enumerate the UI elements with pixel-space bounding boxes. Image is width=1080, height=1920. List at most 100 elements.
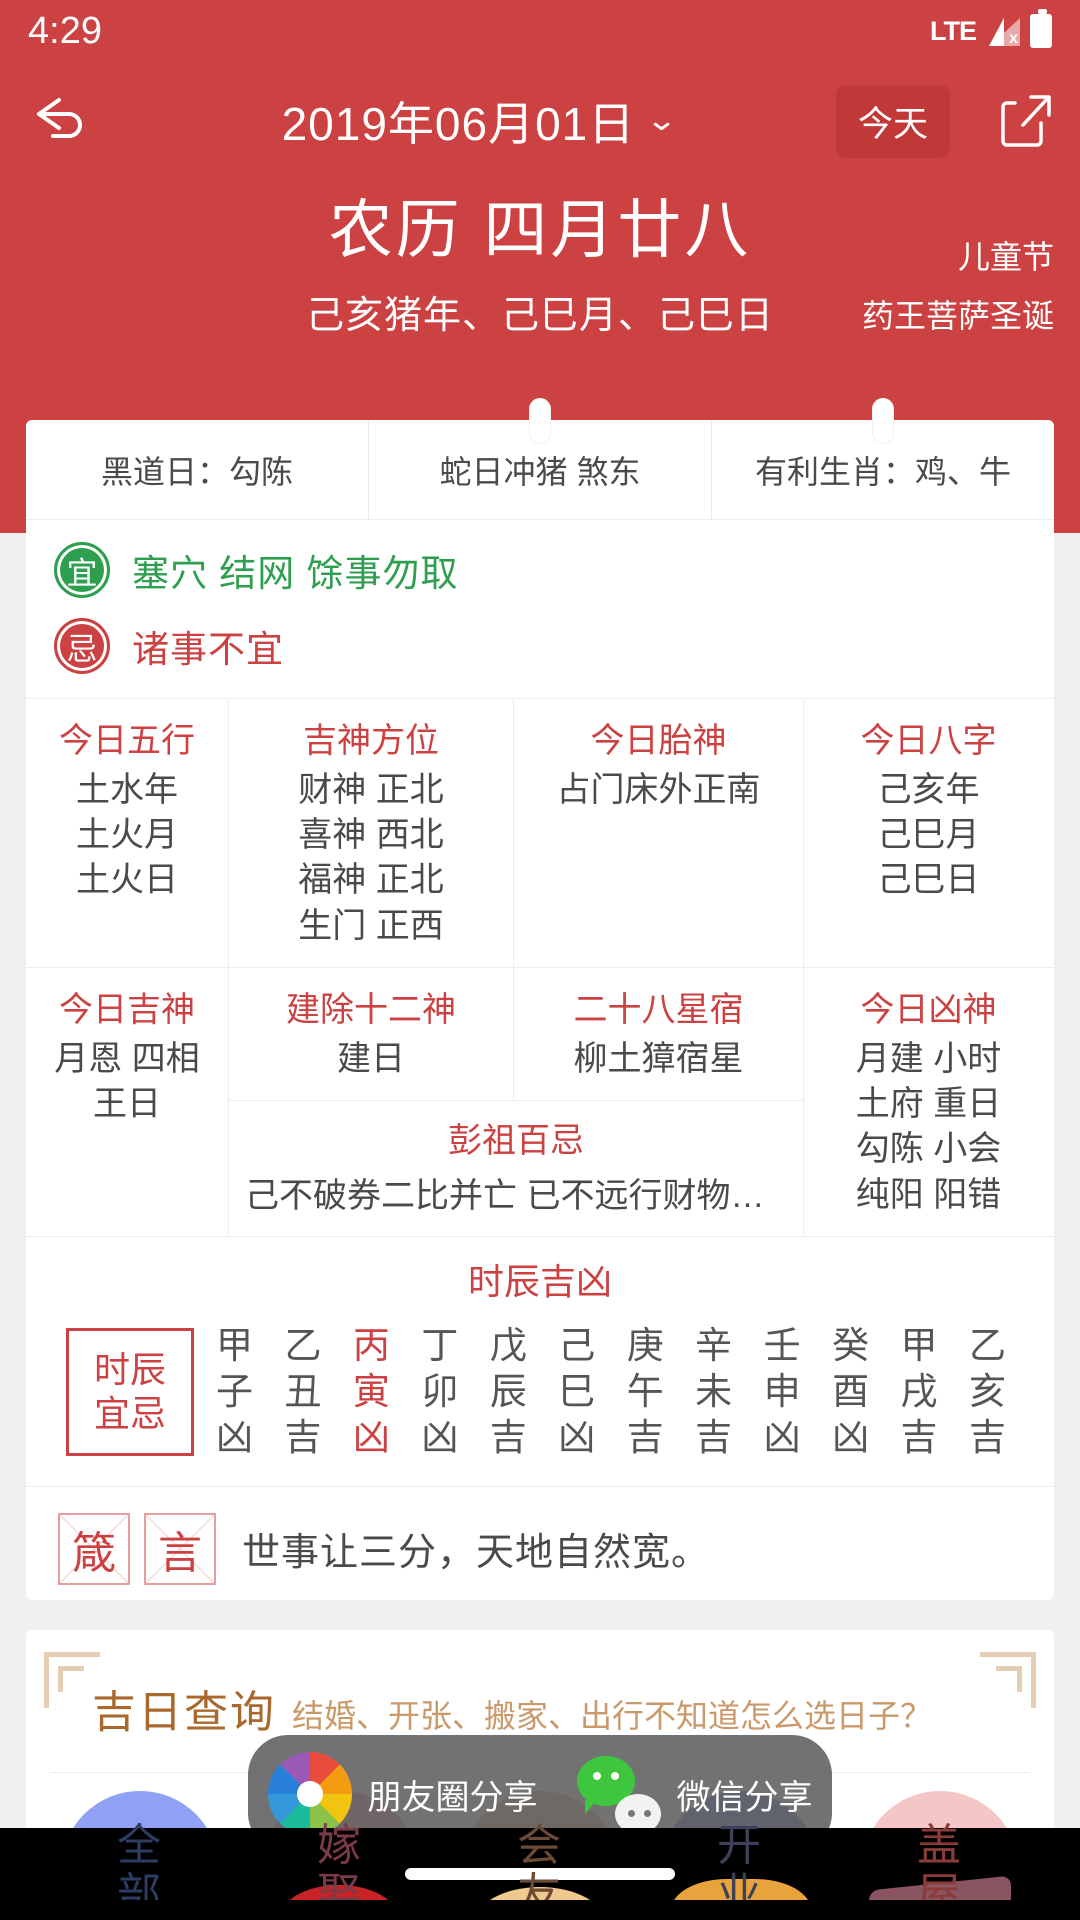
date-selector[interactable]: 2019年06月01日 ⌄ [120,88,836,154]
shichen-hour-column[interactable]: 辛未吉 [695,1323,732,1462]
share-moments-button[interactable]: 朋友圈分享 [267,1752,538,1836]
attribute-chong: 蛇日冲猪 煞东 [368,398,711,519]
shichen-stem: 壬 [763,1324,801,1366]
shichen-hour-column[interactable]: 壬申凶 [764,1323,801,1462]
zhenyan-char: 箴 [72,1528,116,1578]
shichen-luck: 吉 [284,1417,322,1459]
cell-jianchu: 建除十二神 建日 [229,967,514,1101]
shichen-branch: 戌 [900,1371,938,1412]
zhenyan-char-box: 箴 [58,1512,130,1585]
attribute-text: 蛇日冲猪 煞东 [439,453,641,490]
zhenyan-text: 世事让三分，天地自然宽。 [242,1532,711,1574]
shichen-hour-column[interactable]: 乙亥吉 [969,1323,1006,1462]
share-button[interactable] [970,89,1080,153]
cell-title: 今日八字 [860,722,997,760]
attribute-shengxiao: 有利生肖：鸡、牛 [711,398,1054,519]
lucky-day-option-label: 嫁 娶 [317,1820,363,1900]
shichen-hour-column[interactable]: 丙寅凶 [353,1323,390,1462]
shichen-title: 时辰吉凶 [467,1260,612,1302]
lucky-day-option-label: 开 业 [717,1820,763,1900]
battery-full-icon [1030,9,1052,48]
shichen-hour-column[interactable]: 丁卯凶 [421,1323,458,1462]
shichen-branch: 酉 [832,1371,870,1412]
shichen-branch: 申 [763,1371,801,1412]
attribute-text: 有利生肖：鸡、牛 [754,453,1011,490]
cell-pengzu: 彭祖百忌 己不破券二比并亡 已不远行财物伏… [229,1101,803,1235]
tab-indicator-pill [872,398,894,444]
wechat-icon [576,1754,661,1838]
cell-line: 生门 正西 [298,906,444,945]
festival-list: 儿童节 药王菩萨圣诞 [814,228,1054,346]
cell-title: 吉神方位 [303,722,439,760]
shichen-hour-column[interactable]: 癸酉凶 [832,1323,869,1462]
cell-line: 月建 小时 [855,1039,1002,1078]
shichen-luck: 凶 [558,1417,596,1459]
cell-line: 王日 [93,1085,161,1124]
cell-line: 土水年 [76,771,178,809]
shichen-hour-column[interactable]: 乙丑吉 [284,1323,321,1462]
cell-title: 建除十二神 [286,990,456,1029]
cell-title: 今日五行 [59,722,195,760]
shichen-luck: 凶 [352,1417,390,1459]
shichen-stem: 丙 [352,1324,390,1366]
shichen-stem: 庚 [626,1324,664,1366]
shichen-branch: 巳 [558,1371,596,1412]
cell-line: 福神 正北 [298,861,444,900]
shichen-hour-column[interactable]: 甲子凶 [216,1323,253,1462]
status-bar: 4:29 LTE x [0,0,1080,62]
ornament-corner-icon [980,1652,1036,1708]
ji-row[interactable]: 忌 诸事不宜 [26,608,1054,684]
cell-line: 喜神 西北 [298,816,444,855]
stamp-line-1: 时辰 [93,1349,166,1391]
shichen-branch: 丑 [284,1371,322,1412]
share-wechat-button[interactable]: 微信分享 [576,1754,813,1838]
shichen-hour-column[interactable]: 己巳凶 [558,1323,595,1462]
shichen-stem: 乙 [968,1324,1006,1366]
shichen-stem: 丁 [421,1324,459,1366]
shichen-luck: 吉 [626,1417,664,1459]
cell-line: 柳土獐宿星 [573,1039,744,1078]
zhenyan-section: 箴 言 世事让三分，天地自然宽。 [26,1485,1054,1615]
app-screen: 4:29 LTE x 2019年06月01日 ⌄ 今天 农历 四月廿八 己亥猪年… [0,0,1080,1920]
lucky-day-option-label: 全 部 [117,1820,163,1900]
cell-line: 土火月 [76,816,178,855]
ji-text: 诸事不宜 [132,629,284,670]
share-icon [1001,95,1051,147]
cell-line: 财神 正北 [298,771,444,809]
yi-row[interactable]: 宜 塞穴 结网 馀事勿取 [26,532,1054,608]
cell-xingxiu: 二十八星宿 柳土獐宿星 [514,968,803,1100]
shichen-hour-column[interactable]: 甲戌吉 [901,1323,938,1462]
shichen-luck: 凶 [832,1417,870,1459]
cell-line: 己巳日 [877,861,980,900]
cell-line: 土府 重日 [855,1085,1002,1124]
cell-line: 己巳月 [877,816,980,855]
yi-badge-icon: 宜 [54,542,110,598]
stamp-line-2: 宜忌 [93,1393,166,1435]
status-indicators: LTE x [930,9,1052,48]
ji-badge-icon: 忌 [54,618,110,674]
today-button[interactable]: 今天 [835,84,950,158]
shichen-hour-column[interactable]: 庚午吉 [627,1323,664,1462]
shichen-stem: 癸 [832,1324,870,1366]
day-attributes-row: 黑道日：勾陈 蛇日冲猪 煞东 有利生肖：鸡、牛 [26,398,1054,520]
almanac-card: 黑道日：勾陈 蛇日冲猪 煞东 有利生肖：鸡、牛 宜 塞穴 结网 馀事勿取 忌 诸… [26,398,1054,1600]
shichen-hour-column[interactable]: 戊辰吉 [490,1323,527,1462]
status-time: 4:29 [28,9,102,52]
shichen-branch: 卯 [421,1371,459,1412]
lucky-day-title: 吉日查询 [92,1688,276,1737]
lucky-day-option-label: 会 友 [517,1820,563,1900]
shichen-stem: 甲 [216,1324,253,1366]
shichen-stem: 甲 [900,1324,938,1366]
cell-title: 今日吉神 [59,990,195,1029]
current-date-label: 2019年06月01日 [281,98,636,150]
cell-line: 土火日 [76,861,178,900]
cell-xiongshen: 今日凶神 月建 小时 土府 重日 勾陈 小会 纯阳 阳错 [804,968,1053,1236]
shichen-stem: 乙 [284,1324,322,1366]
shichen-luck: 凶 [763,1417,801,1459]
cell-line: 勾陈 小会 [855,1130,1002,1169]
back-button[interactable] [0,94,120,148]
shichen-luck: 吉 [695,1417,733,1459]
almanac-grid-row-1: 今日五行 土水年 土火月 土火日 吉神方位 财神 正北 喜神 西北 福神 正北 … [26,698,1054,968]
cell-line: 纯阳 阳错 [855,1175,1002,1214]
navigation-bar: 2019年06月01日 ⌄ 今天 [0,62,1080,180]
